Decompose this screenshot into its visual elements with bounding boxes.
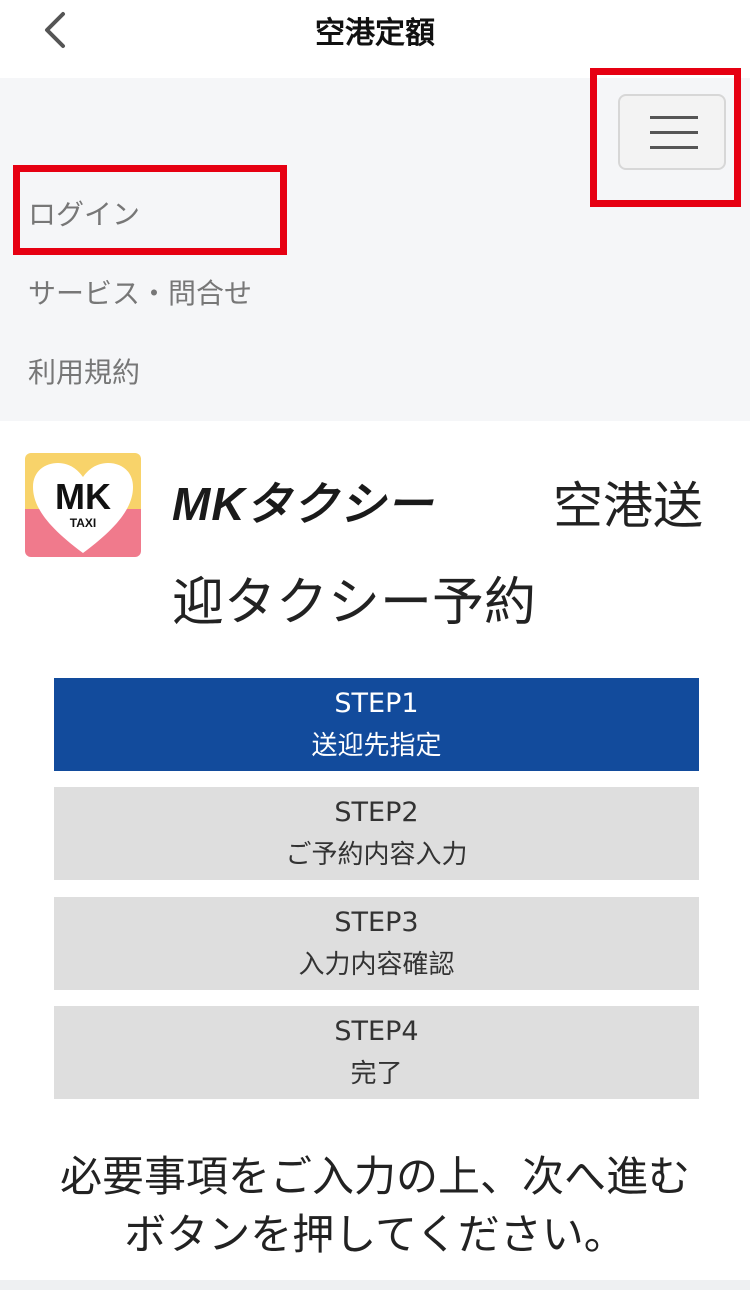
step-number: STEP3 <box>334 907 419 938</box>
highlight-login-link <box>13 165 287 255</box>
bottom-divider <box>0 1280 750 1290</box>
step-1: STEP1 送迎先指定 <box>54 678 699 771</box>
service-title-line2: 迎タクシー予約 <box>172 573 537 633</box>
nav-item-service-contact[interactable]: サービス・問合せ <box>28 272 252 312</box>
logo-sub-text: TAXI <box>70 516 96 530</box>
step-2: STEP2 ご予約内容入力 <box>54 787 699 880</box>
step-label: ご予約内容入力 <box>285 840 468 870</box>
highlight-menu-button <box>590 68 741 207</box>
brand-name: MKタクシー <box>172 478 435 528</box>
mk-taxi-logo: MK TAXI <box>25 453 141 557</box>
step-number: STEP1 <box>334 688 419 719</box>
instruction-line1: 必要事項をご入力の上、次へ進む <box>59 1152 690 1201</box>
service-title-line1: 空港送 <box>553 477 703 535</box>
instruction-line2: ボタンを押してください。 <box>124 1210 626 1259</box>
top-bar: 空港定額 <box>0 0 750 78</box>
instruction-text: 必要事項をご入力の上、次へ進む ボタンを押してください。 <box>0 1148 750 1264</box>
brand-wordmark: MKタクシー <box>172 478 435 528</box>
step-label: 完了 <box>350 1059 403 1089</box>
nav-item-terms[interactable]: 利用規約 <box>28 351 140 391</box>
step-number: STEP4 <box>334 1016 419 1047</box>
page-title: 空港定額 <box>315 16 435 51</box>
step-number: STEP2 <box>334 797 419 828</box>
step-label: 送迎先指定 <box>311 731 442 761</box>
step-3: STEP3 入力内容確認 <box>54 897 699 990</box>
step-4: STEP4 完了 <box>54 1006 699 1099</box>
step-label: 入力内容確認 <box>298 950 455 980</box>
logo-text: MK <box>55 476 111 517</box>
